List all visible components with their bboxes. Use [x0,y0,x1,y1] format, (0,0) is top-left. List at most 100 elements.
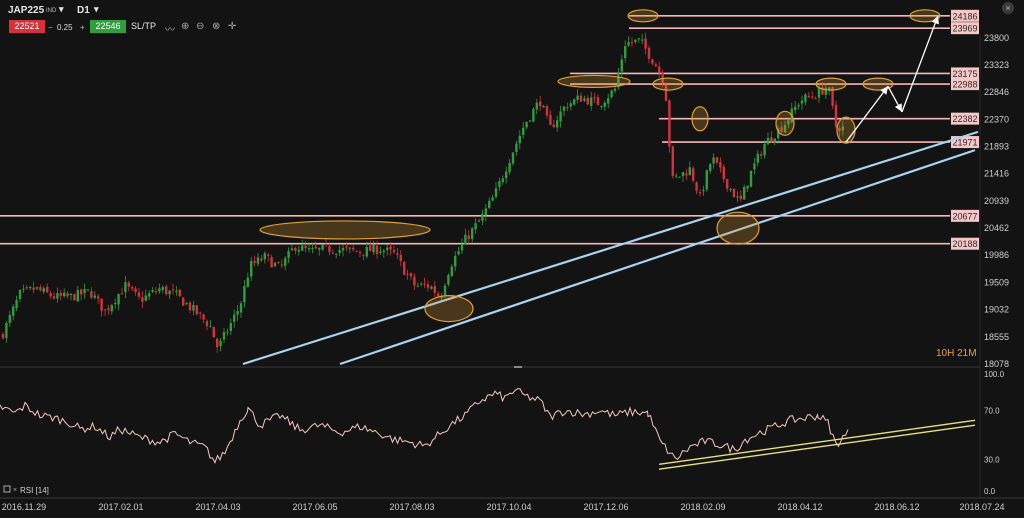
candle-body [93,295,96,298]
candle-body [49,292,52,297]
candle-body [647,47,651,59]
candle-body [239,303,243,313]
rsi-panel: 0.0 30.0 70.0 100.0 × RSI [14] [0,370,1005,496]
highlight-ellipse [424,294,474,323]
price-tick-label: 20462 [984,223,1009,233]
candle-body [219,340,222,347]
candle-timer: 10H 21M [936,348,977,359]
time-tick-label: 2018.06.12 [874,502,919,512]
candle-body [556,120,559,128]
candle-body [817,87,821,98]
candle-body [603,102,606,107]
trend-channel-line [339,149,976,366]
candle-body [579,95,583,102]
rsi-tick-label: 100.0 [984,370,1005,379]
candle-body [318,248,321,250]
candle-body [216,338,219,348]
candle-body [569,103,572,107]
time-tick-label: 2017.10.04 [486,502,531,512]
candle-body [749,170,753,187]
candle-body [450,266,453,276]
projection-arrow [845,85,889,143]
candle-body [613,88,617,91]
candle-body [811,96,814,98]
candle-body [722,166,725,180]
candle-body [746,185,749,189]
candle-body [273,262,277,267]
rsi-trend-line [658,419,976,465]
candle-body [311,247,314,249]
candle-body [328,246,331,252]
candle-body [437,293,440,297]
highlight-ellipse [652,77,684,91]
candle-body [5,322,8,339]
candle-body [681,172,685,177]
price-level-label: 23175 [952,69,977,79]
candle-body [185,303,188,305]
candle-body [18,290,22,300]
candle-body [702,189,705,192]
candle-body [596,97,600,106]
candle-body [539,101,542,107]
candle-body [389,246,392,250]
candle-body [586,98,589,105]
candle-body [573,99,576,105]
chart-area[interactable]: 2418623969231752298822382219712067720188… [0,0,1024,518]
candle-body [804,94,807,103]
candle-body [763,143,766,156]
candle-body [127,282,130,287]
candle-body [743,186,746,200]
candle-body [627,42,630,46]
candle-body [178,289,181,297]
projection-arrow [887,85,903,113]
candle-body [375,245,379,254]
candle-body [294,247,297,251]
time-tick-label: 2018.07.24 [959,502,1004,512]
candle-body [324,243,328,245]
candle-body [535,102,538,110]
price-tick-label: 22370 [984,114,1009,124]
candle-body [73,294,76,301]
rsi-tick-label: 0.0 [984,487,996,496]
projection-arrows [845,15,939,143]
candle-body [559,111,562,122]
candle-body [413,276,416,286]
candle-body [542,106,545,108]
price-tick-label: 19986 [984,250,1009,260]
candle-body [593,96,596,98]
candle-body [1,333,5,339]
candle-body [477,220,481,222]
highlight-ellipse [691,106,709,132]
candle-body [236,311,239,315]
candle-body [297,249,300,252]
candle-body [807,95,810,97]
price-tick-label: 18555 [984,332,1009,342]
candle-body [692,168,695,181]
candle-body [192,305,195,311]
time-tick-label: 2017.02.01 [98,502,143,512]
candle-body [756,153,759,163]
candle-body [386,247,389,250]
candle-body [736,196,739,198]
candle-body [141,297,144,302]
candle-body [158,288,161,292]
price-level-label: 20188 [952,239,977,249]
candle-body [301,245,304,251]
candle-body [195,305,198,315]
candle-body [719,162,722,168]
candle-body [688,167,691,176]
candle-body [287,250,290,259]
candle-body [120,293,124,295]
candle-body [712,157,715,164]
candle-body [488,200,491,208]
candle-body [491,197,494,201]
price-tick-label: 18078 [984,359,1009,369]
candle-body [263,253,266,260]
candle-body [443,285,447,296]
candle-body [117,294,120,305]
candle-body [525,121,528,128]
candle-body [358,251,362,254]
highlight-ellipse [775,110,795,136]
candle-body [423,283,426,285]
candle-body [562,106,566,111]
